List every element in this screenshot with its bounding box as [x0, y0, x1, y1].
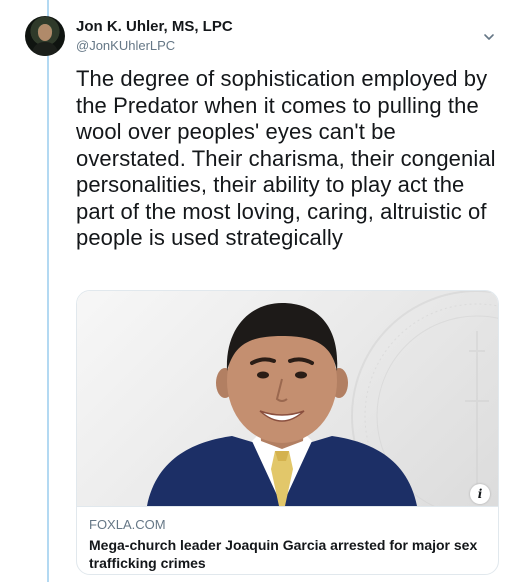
author-avatar[interactable]: [25, 16, 65, 56]
author-display-name[interactable]: Jon K. Uhler, MS, LPC: [76, 18, 233, 36]
link-card[interactable]: i FOXLA.COM Mega-church leader Joaquin G…: [76, 290, 499, 575]
card-title[interactable]: Mega-church leader Joaquin Garcia arrest…: [89, 536, 486, 572]
tweet-text: The degree of sophistication employed by…: [76, 66, 496, 250]
chevron-down-icon[interactable]: [482, 30, 496, 44]
avatar-body: [32, 42, 58, 56]
card-body[interactable]: FOXLA.COM Mega-church leader Joaquin Gar…: [77, 506, 498, 574]
card-image[interactable]: i: [77, 291, 498, 506]
thread-line: [47, 0, 49, 582]
card-domain: FOXLA.COM: [89, 517, 166, 532]
info-icon[interactable]: i: [470, 484, 490, 504]
author-handle[interactable]: @JonKUhlerLPC: [76, 37, 233, 55]
avatar-face: [38, 24, 52, 41]
card-photo: [147, 291, 498, 506]
tweet-header: Jon K. Uhler, MS, LPC @JonKUhlerLPC: [76, 18, 233, 55]
